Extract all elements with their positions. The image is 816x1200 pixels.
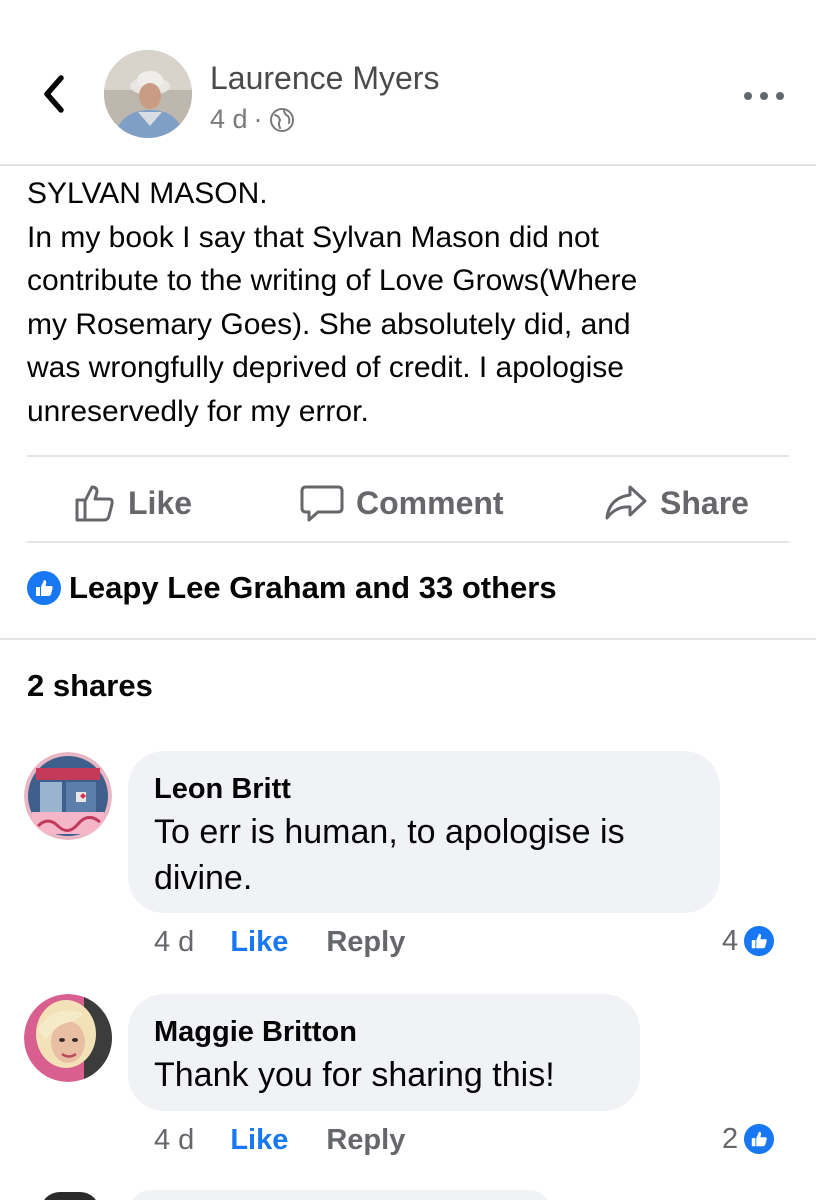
commenter-name[interactable]: Maggie Britton (154, 1012, 614, 1052)
comment-reply-button[interactable]: Reply (326, 926, 405, 959)
commenter-avatar[interactable] (40, 1192, 100, 1200)
share-button[interactable]: Share (604, 478, 749, 528)
actions-top-divider (27, 455, 789, 457)
shares-count[interactable]: 2 shares (27, 668, 153, 704)
comment-actions: 4 d Like Reply (154, 1124, 405, 1157)
like-icon (27, 571, 61, 605)
commenter-avatar[interactable] (24, 752, 112, 840)
reactions-text: Leapy Lee Graham and 33 others (69, 570, 557, 605)
reaction-count: 4 (722, 924, 739, 957)
comment-text: Thank you for sharing this! (154, 1052, 614, 1098)
author-name[interactable]: Laurence Myers (210, 60, 439, 97)
share-arrow-icon (605, 485, 647, 520)
comment-like-button[interactable]: Like (230, 1124, 288, 1157)
like-icon (742, 924, 777, 958)
comment-actions: 4 d Like Reply (154, 926, 405, 959)
like-label: Like (128, 484, 193, 521)
reaction-count: 2 (722, 1122, 739, 1155)
comment-line: divine. (154, 859, 253, 897)
share-label: Share (660, 484, 749, 521)
comment-label: Comment (356, 484, 504, 521)
post-timestamp[interactable]: 4 d (210, 104, 248, 135)
comment-text: To err is human, to apologise is divine. (154, 809, 694, 901)
more-dot-icon (744, 92, 752, 100)
comment-bubble[interactable] (130, 1190, 550, 1200)
comment-line: Thank you for sharing this! (154, 1056, 555, 1094)
reactions-summary[interactable]: Leapy Lee Graham and 33 others (27, 570, 557, 606)
back-button[interactable] (34, 72, 74, 116)
more-dot-icon (760, 92, 768, 100)
post-meta: 4 d · (210, 104, 295, 135)
author-avatar[interactable] (104, 50, 192, 138)
post-line: In my book I say that Sylvan Mason did n… (27, 220, 599, 254)
more-dot-icon (776, 92, 784, 100)
comment-button[interactable]: Comment (300, 478, 504, 528)
like-icon (742, 1122, 777, 1156)
thumbs-up-icon (75, 485, 114, 522)
meta-separator: · (253, 104, 263, 134)
like-button[interactable]: Like (74, 478, 192, 528)
comment-reply-button[interactable]: Reply (326, 1124, 405, 1157)
comment-reaction-count[interactable]: 4 (722, 924, 777, 958)
more-options-button[interactable] (744, 86, 784, 106)
post-line: contribute to the writing of Love Grows(… (27, 264, 638, 297)
section-divider (0, 638, 816, 640)
post-body: SYLVAN MASON. In my book I say that Sylv… (27, 172, 797, 433)
comment-reaction-count[interactable]: 2 (722, 1122, 777, 1156)
post-line: my Rosemary Goes). She absolutely did, a… (27, 307, 631, 341)
chevron-left-icon (44, 75, 64, 113)
post-line: was wrongfully deprived of credit. I apo… (27, 351, 624, 384)
speech-bubble-icon (300, 485, 344, 522)
post-header: Laurence Myers 4 d · (0, 0, 816, 165)
post-line: unreservedly for my error. (27, 394, 369, 428)
comment-time: 4 d (154, 926, 195, 958)
globe-icon (269, 107, 294, 132)
comment-line: To err is human, to apologise is (154, 813, 625, 851)
commenter-avatar[interactable] (24, 994, 112, 1082)
actions-bottom-divider (27, 541, 789, 543)
post-line: SYLVAN MASON. (27, 177, 268, 210)
comment-like-button[interactable]: Like (230, 926, 288, 959)
commenter-name[interactable]: Leon Britt (154, 769, 694, 809)
comment-time: 4 d (154, 1124, 195, 1156)
comment-bubble[interactable]: Leon Britt To err is human, to apologise… (128, 751, 720, 913)
comment-bubble[interactable]: Maggie Britton Thank you for sharing thi… (128, 994, 640, 1111)
header-divider (0, 164, 816, 166)
